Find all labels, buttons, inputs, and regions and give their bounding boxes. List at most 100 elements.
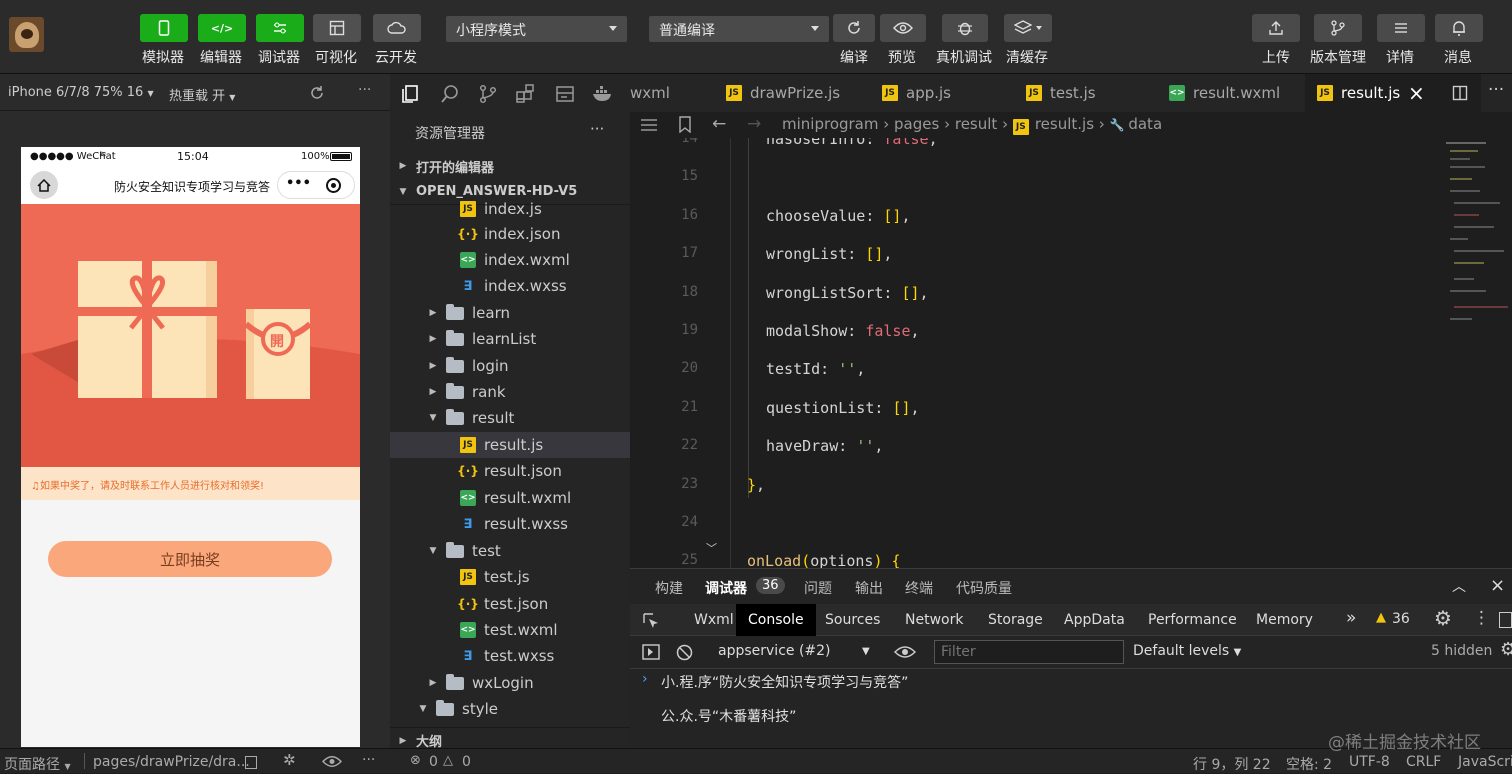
dock-icon[interactable] [1499,612,1512,628]
simulator-button[interactable] [140,14,188,42]
folder-item[interactable]: ▶ rank [390,379,630,405]
line-ending[interactable]: CRLF [1406,754,1441,770]
panel-tab[interactable]: 调试器 [705,578,747,598]
back-arrow-icon[interactable]: ← [712,114,726,134]
outline-section[interactable]: ▶ 大纲 [390,727,630,748]
search-icon[interactable] [440,84,460,104]
messages-button[interactable] [1435,14,1483,42]
devtools-tab-storage[interactable]: Storage [988,604,1043,636]
encoding[interactable]: UTF-8 [1349,754,1390,770]
upload-button[interactable] [1252,14,1300,42]
cursor-position[interactable]: 行 9，列 22 [1193,754,1271,774]
files-icon[interactable] [400,84,420,104]
refresh-icon[interactable] [309,85,325,101]
language-mode[interactable]: JavaScript [1458,754,1512,770]
tab-close-icon[interactable]: × [1408,81,1425,105]
split-editor-icon[interactable] [1452,85,1468,101]
tab-app-js[interactable]: JS app.js [870,74,1014,112]
sidebar-toggle-icon[interactable] [642,644,660,660]
folder-item[interactable]: ▶ learnList [390,326,630,352]
breadcrumb-item[interactable]: data [1128,115,1162,133]
more-actions-icon[interactable]: ··· [1488,80,1504,100]
devtools-tab-sources[interactable]: Sources [825,604,880,636]
list-icon[interactable] [640,117,658,133]
breadcrumb-item[interactable]: miniprogram [782,115,878,133]
gear-icon[interactable]: ⚙ [1434,606,1452,630]
tab-result-wxml[interactable]: <> result.wxml [1157,74,1305,112]
extensions-icon[interactable] [515,84,535,104]
devtools-tab-performance[interactable]: Performance [1148,604,1237,636]
folder-item[interactable]: ▼ result [390,405,630,431]
clear-console-icon[interactable] [676,644,693,661]
compile-button[interactable] [833,14,875,42]
page-path-select[interactable]: 页面路径 ▼ [4,754,71,774]
more-tabs-button[interactable]: » [1346,608,1356,628]
panel-tab[interactable]: 构建 [655,578,683,598]
open-editors-section[interactable]: ▶ 打开的编辑器 [390,153,630,179]
cloud-button[interactable] [373,14,421,42]
git-branch-icon[interactable] [478,84,498,104]
folder-item[interactable]: ▶ wxLogin [390,670,630,696]
breadcrumb-item[interactable]: pages [894,115,939,133]
file-item[interactable]: <> test.wxml [390,617,630,643]
file-item[interactable]: {·} test.json [390,591,630,617]
panel-tab[interactable]: 问题 [804,578,832,598]
devtools-tab-wxml[interactable]: Wxml [694,604,734,636]
tab-wxml[interactable]: wxml [630,74,714,112]
more-icon[interactable]: ··· [362,752,375,768]
bookmark-icon[interactable] [678,116,692,133]
details-button[interactable] [1377,14,1425,42]
file-item[interactable]: ∃ index.wxss [390,273,630,299]
devtools-tab-network[interactable]: Network [905,604,963,636]
mode-select[interactable]: 小程序模式 [446,16,627,42]
breadcrumb-item[interactable]: result [955,115,997,133]
file-item[interactable]: {·} result.json [390,458,630,484]
compile-select[interactable]: 普通编译 [649,16,829,42]
context-select[interactable]: appservice (#2) ▼ [718,643,872,659]
hot-reload-select[interactable]: 热重载 开 ▼ [169,85,235,104]
inspect-icon[interactable] [642,612,660,630]
folder-item[interactable]: ▼ test [390,538,630,564]
capsule-menu[interactable]: ••• [277,171,355,199]
close-icon[interactable]: × [1490,575,1505,596]
preview-button[interactable] [880,14,926,42]
folder-item[interactable]: ▼ style [390,696,630,722]
file-item[interactable]: ∃ result.wxss [390,511,630,537]
debugger-button[interactable] [256,14,304,42]
fold-chevron-icon[interactable]: ﹀ [706,540,717,556]
draw-prize-button[interactable]: 立即抽奖 [48,541,332,577]
file-item[interactable]: JS index.js [390,196,630,222]
file-item[interactable]: JS test.js [390,564,630,590]
bug-icon[interactable]: ✲ [283,751,296,769]
eye-icon[interactable] [894,645,916,659]
file-item[interactable]: <> index.wxml [390,247,630,273]
explorer-more-button[interactable]: ··· [590,120,604,138]
devtools-tab-console[interactable]: Console [736,604,816,636]
clear-cache-button[interactable] [1004,14,1052,42]
devtools-tab-appdata[interactable]: AppData [1064,604,1125,636]
error-count[interactable]: 0 [429,754,438,770]
storage-icon[interactable] [555,84,575,104]
real-debug-button[interactable] [942,14,988,42]
gear-icon[interactable]: ⚙ [1500,639,1512,660]
warning-count[interactable]: 0 [462,754,471,770]
file-item[interactable]: JS result.js [390,432,630,458]
file-item[interactable]: ∃ test.wxss [390,643,630,669]
docker-icon[interactable] [592,85,614,103]
panel-tab[interactable]: 代码质量 [956,578,1012,598]
eye-icon[interactable] [322,755,342,768]
file-item[interactable]: {·} index.json [390,221,630,247]
chevron-up-icon[interactable]: ︿ [1452,576,1466,596]
indent-spaces[interactable]: 空格: 2 [1286,754,1332,774]
breadcrumb-item[interactable]: result.js [1035,115,1094,133]
console-filter-input[interactable] [934,640,1124,664]
tab-test-js[interactable]: JS test.js [1014,74,1157,112]
panel-tab[interactable]: 输出 [855,578,883,598]
kebab-menu-icon[interactable]: ⋮ [1473,608,1490,628]
project-avatar[interactable] [9,17,44,52]
file-item[interactable]: <> result.wxml [390,485,630,511]
devtools-tab-memory[interactable]: Memory [1256,604,1313,636]
device-select[interactable]: iPhone 6/7/8 75% 16 ▼ [8,85,154,100]
copy-icon[interactable] [245,756,257,769]
home-button[interactable] [30,171,58,199]
